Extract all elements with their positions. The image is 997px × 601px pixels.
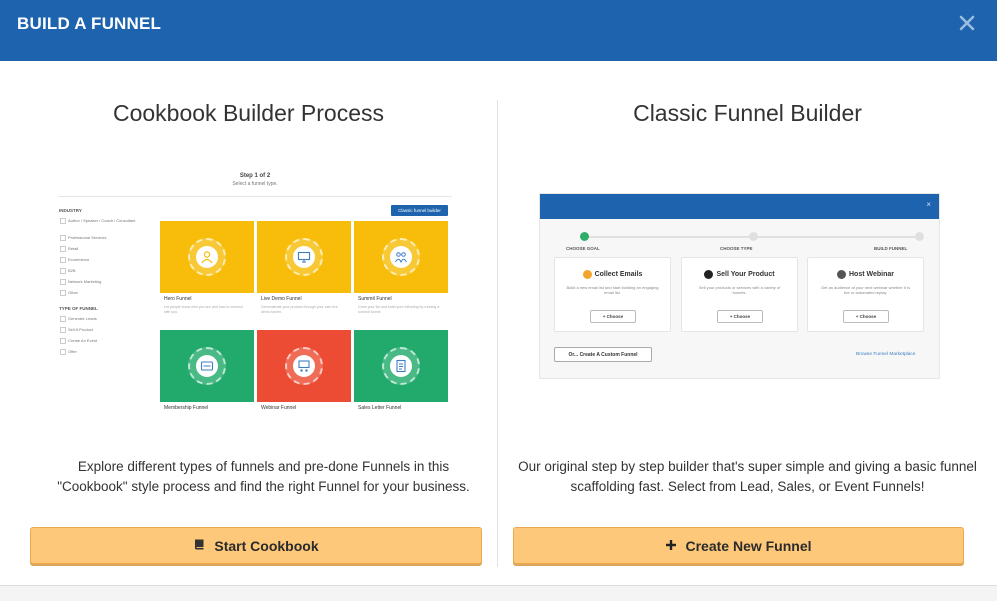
people-icon	[390, 246, 412, 268]
monitor-icon	[293, 246, 315, 268]
start-cookbook-label: Start Cookbook	[214, 537, 319, 554]
preview-funnel-image	[257, 221, 351, 293]
preview-industry-option: Author / Speaker / Coach / Consultant	[60, 218, 136, 224]
preview-funnel-image	[354, 221, 448, 293]
preview-step-label: Step 1 of 2	[239, 173, 271, 179]
webinar-icon	[837, 270, 846, 279]
preview-separator	[58, 196, 452, 197]
start-cookbook-button[interactable]: Start Cookbook	[30, 527, 482, 564]
preview-goal-desc: Build a new email list and start buildin…	[566, 285, 659, 295]
classic-description: Our original step by step builder that's…	[518, 459, 977, 494]
preview-classic-button: Classic funnel builder	[391, 205, 448, 216]
preview-funnel-text: Grow your list and build your following …	[358, 305, 440, 314]
close-icon[interactable]	[957, 13, 977, 33]
product-icon	[704, 270, 714, 279]
plus-icon	[665, 538, 677, 554]
card-icon	[196, 355, 218, 377]
preview-step-label: CHOOSE TYPE	[720, 246, 753, 251]
preview-industry-option: Network Marketing	[60, 279, 136, 285]
classic-preview-image: × CHOOSE GOAL CHOOSE TYPE BUILD FUNNEL C…	[539, 193, 940, 379]
preview-step-dot	[915, 232, 924, 241]
preview-goal-title: Collect Emails	[594, 271, 643, 278]
preview-funnel-image	[354, 330, 448, 402]
letter-icon	[390, 355, 412, 377]
preview-goal-title: Sell Your Product	[716, 271, 775, 278]
preview-funnel-image	[257, 330, 351, 402]
preview-choose-button: + Choose	[590, 310, 636, 323]
preview-choose-button: + Choose	[717, 310, 763, 323]
preview-close-icon: ×	[926, 200, 931, 209]
preview-step-subtitle: Select a funnel type.	[232, 181, 278, 187]
preview-step-dot	[580, 232, 589, 241]
preview-funnel-name: Summit Funnel	[358, 296, 392, 302]
preview-goal-card: Collect Emails Build a new email list an…	[554, 257, 671, 332]
book-icon	[193, 538, 206, 554]
modal-footer-strip	[0, 585, 997, 601]
preview-goal-desc: Sell your products or services with a va…	[698, 285, 781, 295]
preview-funnel-name: Live Demo Funnel	[261, 296, 302, 302]
preview-funnel-name: Hero Funnel	[164, 296, 192, 302]
preview-type-option: Generate Leads	[60, 316, 136, 322]
preview-funnel-image	[160, 330, 254, 402]
preview-step-dot	[749, 232, 758, 241]
preview-goal-title: Host Webinar	[849, 271, 894, 278]
cookbook-description: Explore different types of funnels and p…	[57, 459, 470, 494]
person-icon	[196, 246, 218, 268]
preview-industry-label: INDUSTRY	[59, 208, 82, 213]
preview-type-option: Sell A Product	[60, 327, 136, 333]
preview-funnel-text: Demonstrate your product through your ow…	[261, 305, 338, 314]
preview-funnel-image	[160, 221, 254, 293]
preview-funnel-name: Webinar Funnel	[261, 405, 297, 411]
preview-step-label: CHOOSE GOAL	[566, 246, 600, 251]
create-new-funnel-button[interactable]: Create New Funnel	[513, 527, 964, 564]
preview-industry-option: B2B	[60, 268, 136, 274]
modal-header: BUILD A FUNNEL	[0, 0, 997, 61]
preview-type-option: Offer	[60, 349, 136, 355]
preview-funnel-name: Membership Funnel	[164, 405, 209, 411]
create-new-funnel-label: Create New Funnel	[685, 537, 812, 554]
cookbook-panel: Cookbook Builder Process Step 1 of 2 Sel…	[0, 61, 497, 581]
preview-step-label: BUILD FUNNEL	[874, 246, 908, 251]
preview-industry-option: Professional Services	[60, 235, 136, 241]
preview-type-label: TYPE OF FUNNEL	[59, 306, 98, 311]
email-icon	[582, 270, 592, 279]
classic-panel: Classic Funnel Builder × CHOOSE GOAL CHO…	[498, 61, 997, 581]
preview-industry-option: Ecommerce	[60, 257, 136, 263]
cookbook-preview-image: Step 1 of 2 Select a funnel type. Classi…	[55, 165, 455, 415]
modal-title: BUILD A FUNNEL	[17, 14, 162, 33]
preview-goal-desc: Get an audience at your next webinar whe…	[821, 285, 910, 295]
preview-choose-button: + Choose	[843, 310, 889, 323]
preview-custom-funnel-button: Or... Create A Custom Funnel	[554, 347, 652, 362]
preview-goal-card: Host Webinar Get an audience at your nex…	[807, 257, 924, 332]
preview-funnel-name: Sales Letter Funnel	[358, 405, 402, 411]
preview-marketplace-link: Browse Funnel Marketplace	[856, 352, 916, 357]
preview-type-option: Create An Event	[60, 338, 136, 344]
preview-modal-header: ×	[540, 194, 939, 219]
preview-industry-option: Retail	[60, 246, 136, 252]
cookbook-title: Cookbook Builder Process	[112, 100, 385, 126]
presentation-icon	[293, 355, 315, 377]
preview-funnel-text: Let people know who you are and how to c…	[164, 305, 243, 314]
classic-title: Classic Funnel Builder	[633, 100, 862, 126]
preview-goal-card: Sell Your Product Sell your products or …	[681, 257, 798, 332]
preview-industry-option: Other	[60, 290, 136, 296]
